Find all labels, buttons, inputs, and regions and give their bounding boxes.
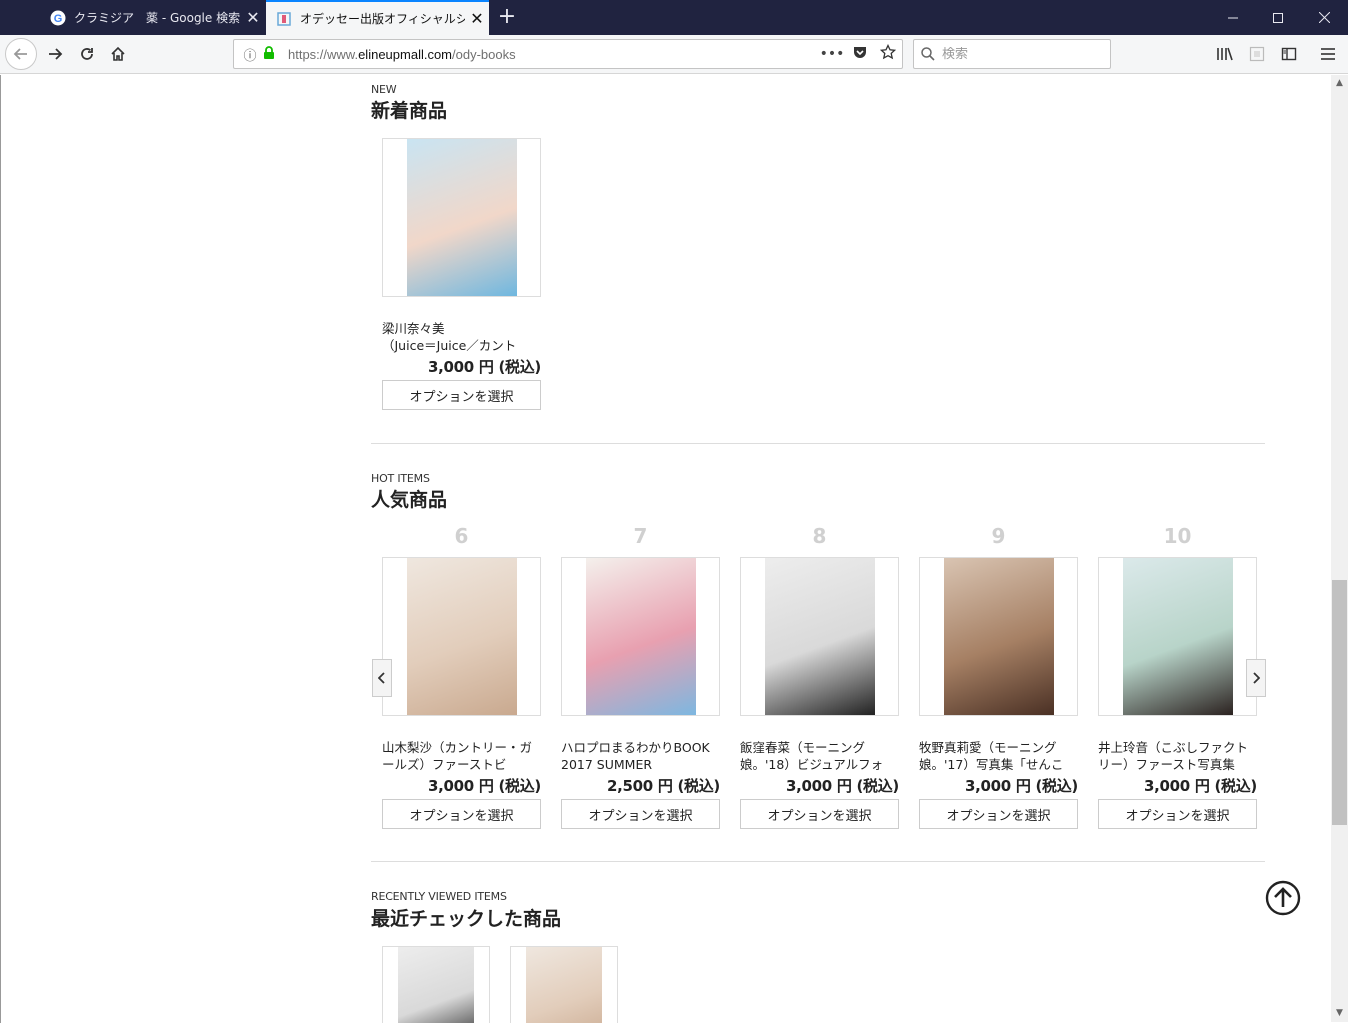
- product-price: 3,000 円 (税込): [1143, 777, 1257, 795]
- product-card: 牧野真莉愛（モーニング娘。'17）写真集「せんこ 3,000 円 (税込) オプショ…: [919, 557, 1078, 829]
- rank-number: 6: [454, 524, 469, 548]
- scroll-up-icon[interactable]: ▲: [1331, 75, 1348, 92]
- product-photo[interactable]: [526, 947, 602, 1023]
- recent-items-title: 最近チェックした商品: [371, 908, 562, 930]
- chevron-right-icon: [1253, 672, 1260, 684]
- product-thumbnail[interactable]: [740, 557, 899, 716]
- recent-items-label: RECENTLY VIEWED ITEMS: [371, 890, 507, 903]
- product-thumbnail[interactable]: [1098, 557, 1257, 716]
- product-thumbnail[interactable]: [919, 557, 1078, 716]
- recent-item-thumbnail[interactable]: [382, 946, 490, 1023]
- section-divider: [371, 861, 1265, 862]
- select-options-button[interactable]: オプションを選択: [1098, 799, 1257, 829]
- product-photo[interactable]: [398, 947, 474, 1023]
- scrollbar-thumb[interactable]: [1332, 580, 1347, 825]
- product-price: 3,000 円 (税込): [785, 777, 899, 795]
- rank-number: 8: [812, 524, 827, 548]
- product-photo[interactable]: [406, 139, 517, 296]
- product-name[interactable]: 牧野真莉愛（モーニング娘。'17）写真集「せんこ: [919, 739, 1078, 773]
- section-divider: [371, 443, 1265, 444]
- product-thumbnail[interactable]: [382, 138, 541, 297]
- product-photo[interactable]: [943, 558, 1054, 715]
- page-content: NEW 新着商品 梁川奈々美 （Juice＝Juice／カント 3,000 円 …: [0, 0, 1331, 1023]
- new-items-title: 新着商品: [371, 100, 448, 122]
- hot-items-label: HOT ITEMS: [371, 472, 430, 485]
- scroll-down-icon[interactable]: ▼: [1331, 1005, 1348, 1022]
- product-price: 3,000 円 (税込): [427, 777, 541, 795]
- product-price: 3,000 円 (税込): [964, 777, 1078, 795]
- rank-number: 7: [633, 524, 648, 548]
- arrow-up-circle-icon: [1265, 880, 1301, 916]
- select-options-button[interactable]: オプションを選択: [561, 799, 720, 829]
- select-options-button[interactable]: オプションを選択: [740, 799, 899, 829]
- select-options-button[interactable]: オプションを選択: [382, 799, 541, 829]
- product-name[interactable]: 山木梨沙（カントリー・ガールズ）ファーストビ: [382, 739, 541, 773]
- product-photo[interactable]: [1122, 558, 1233, 715]
- product-card: 山木梨沙（カントリー・ガールズ）ファーストビ 3,000 円 (税込) オプションを…: [382, 557, 541, 829]
- product-photo[interactable]: [764, 558, 875, 715]
- chevron-left-icon: [378, 672, 385, 684]
- recent-item-thumbnail[interactable]: [510, 946, 618, 1023]
- product-name[interactable]: 井上玲音（こぶしファクトリー）ファースト写真集: [1098, 739, 1257, 773]
- carousel-prev-button[interactable]: [372, 659, 392, 697]
- product-price: 3,000 円 (税込): [427, 358, 541, 376]
- product-price: 2,500 円 (税込): [606, 777, 720, 795]
- page-scrollbar[interactable]: ▲ ▼: [1331, 75, 1348, 1022]
- select-options-button[interactable]: オプションを選択: [919, 799, 1078, 829]
- new-items-label: NEW: [371, 83, 397, 96]
- product-card: ハロプロまるわかりBOOK 2017 SUMMER 2,500 円 (税込) オプシ…: [561, 557, 720, 829]
- product-thumbnail[interactable]: [561, 557, 720, 716]
- back-to-top-button[interactable]: [1265, 880, 1301, 916]
- hot-items-title: 人気商品: [371, 489, 448, 511]
- rank-number: 10: [1163, 524, 1192, 548]
- rank-number: 9: [991, 524, 1006, 548]
- product-card: 井上玲音（こぶしファクトリー）ファースト写真集 3,000 円 (税込) オプション…: [1098, 557, 1257, 829]
- product-name[interactable]: 梁川奈々美 （Juice＝Juice／カント: [382, 320, 541, 354]
- product-photo[interactable]: [585, 558, 696, 715]
- product-card: 飯窪春菜（モーニング娘。'18）ビジュアルフォ 3,000 円 (税込) オプション…: [740, 557, 899, 829]
- select-options-button[interactable]: オプションを選択: [382, 380, 541, 410]
- product-card: 梁川奈々美 （Juice＝Juice／カント 3,000 円 (税込) オプショ…: [382, 138, 541, 410]
- product-name[interactable]: ハロプロまるわかりBOOK 2017 SUMMER: [561, 739, 720, 773]
- product-name[interactable]: 飯窪春菜（モーニング娘。'18）ビジュアルフォ: [740, 739, 899, 773]
- carousel-next-button[interactable]: [1246, 659, 1266, 697]
- product-photo[interactable]: [406, 558, 517, 715]
- product-thumbnail[interactable]: [382, 557, 541, 716]
